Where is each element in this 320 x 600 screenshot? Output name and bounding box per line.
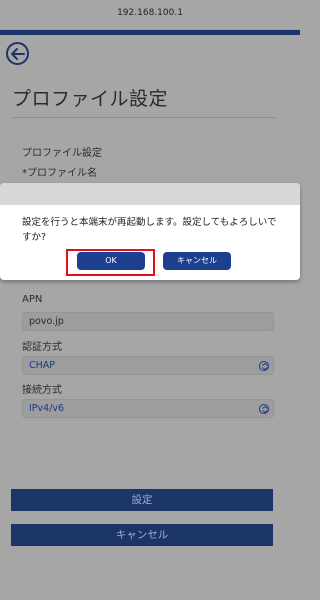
submit-button[interactable]: 設定 xyxy=(11,489,273,511)
conn-select[interactable]: IPv4/v6 xyxy=(22,399,274,418)
conn-label: 接続方式 xyxy=(22,385,62,396)
dialog-header xyxy=(0,183,300,205)
back-arrow-icon[interactable] xyxy=(6,42,29,65)
apn-field[interactable]: povo.jp xyxy=(22,312,274,331)
browser-url-bar[interactable]: 192.168.100.1 xyxy=(0,0,300,30)
chevron-updown-icon xyxy=(259,404,269,414)
highlight-box xyxy=(66,249,155,276)
chevron-updown-icon xyxy=(259,361,269,371)
header-stripe xyxy=(0,30,300,35)
apn-value: povo.jp xyxy=(29,316,64,327)
url-text: 192.168.100.1 xyxy=(117,8,183,18)
title-divider xyxy=(12,117,276,118)
conn-value: IPv4/v6 xyxy=(29,403,65,414)
page-title: プロファイル設定 xyxy=(12,88,169,110)
auth-select[interactable]: CHAP xyxy=(22,356,274,375)
profile-name-label: *プロファイル名 xyxy=(22,168,97,179)
confirm-dialog: 設定を行うと本端末が再起動します。設定してもよろしいですか? OK キャンセル xyxy=(0,183,300,280)
auth-label: 認証方式 xyxy=(22,342,62,353)
cancel-button[interactable]: キャンセル xyxy=(11,524,273,546)
section-label: プロファイル設定 xyxy=(22,148,102,159)
apn-label: APN xyxy=(22,294,43,305)
dialog-cancel-button[interactable]: キャンセル xyxy=(163,252,231,270)
dialog-message: 設定を行うと本端末が再起動します。設定してもよろしいですか? xyxy=(22,217,277,243)
auth-value: CHAP xyxy=(29,360,56,371)
